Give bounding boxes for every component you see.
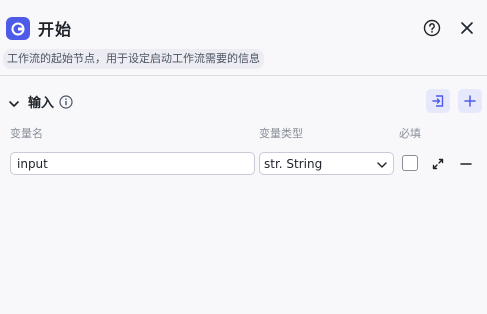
start-node-icon <box>6 17 30 40</box>
minus-icon[interactable] <box>459 156 473 170</box>
chevron-down-icon[interactable] <box>8 95 20 107</box>
inputs-section-title: 输入 <box>28 96 55 111</box>
info-icon[interactable] <box>59 94 73 109</box>
node-title: 开始 <box>38 20 73 39</box>
plus-icon <box>464 95 476 107</box>
close-icon[interactable] <box>457 18 477 38</box>
inputs-section-header: 输入 <box>0 88 487 114</box>
node-description: 工作流的起始节点，用于设定启动工作流需要的信息 <box>3 49 264 69</box>
column-header-required: 必填 <box>399 127 421 140</box>
add-variable-button[interactable] <box>458 89 482 113</box>
column-header-type: 变量类型 <box>259 127 303 140</box>
node-header: 开始 工作流的起始节点，用于设定启动工作流需要的信息 <box>0 0 487 76</box>
variable-type-value: str. String <box>264 157 323 171</box>
import-icon <box>432 95 444 107</box>
help-icon[interactable] <box>422 18 442 38</box>
variable-name-input[interactable] <box>10 152 255 175</box>
variable-type-select[interactable]: str. String <box>259 152 394 175</box>
import-variable-button[interactable] <box>426 89 450 113</box>
column-header-name: 变量名 <box>10 127 43 140</box>
required-checkbox[interactable] <box>402 155 418 171</box>
chevron-down-icon <box>377 162 387 168</box>
expand-icon[interactable] <box>431 156 445 170</box>
